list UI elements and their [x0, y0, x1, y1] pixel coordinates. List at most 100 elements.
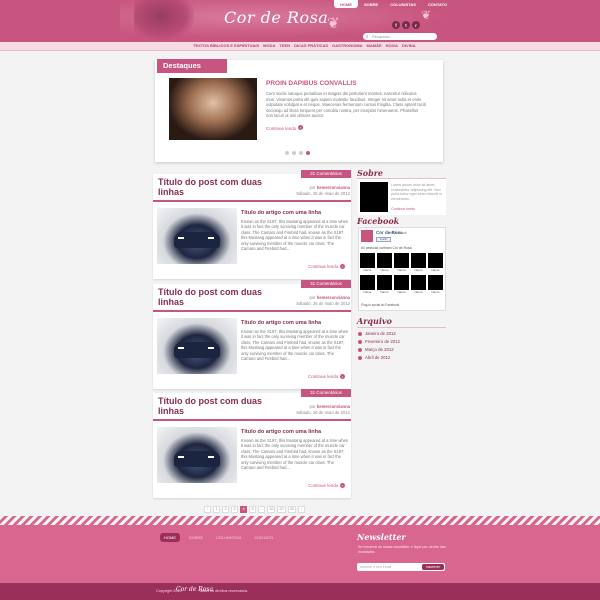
category-link[interactable]: MAMÃE	[367, 43, 382, 48]
site-logo[interactable]: Cor de Rosa	[224, 8, 328, 27]
category-link[interactable]: TEXTOS BÍBLICOS E ESPIRITUAIS	[193, 43, 259, 48]
headlight	[178, 237, 184, 239]
post-excerpt: Known as the S197, this Mustang appeared…	[241, 329, 349, 362]
post-title[interactable]: Título do post com duas linhas	[158, 177, 268, 197]
arrow-right-icon[interactable]: ›	[340, 374, 345, 379]
facebook-fan[interactable]: Name	[428, 275, 443, 295]
twitter-icon[interactable]: t	[402, 21, 410, 29]
comments-badge[interactable]: 31 Comentários	[301, 280, 351, 288]
page-link[interactable]: ...	[258, 506, 266, 513]
post-subtitle[interactable]: Título do artigo com uma linha	[241, 210, 321, 216]
author-link[interactable]: hemersonvianna	[317, 404, 350, 409]
fan-avatar	[377, 275, 392, 290]
facebook-like-button[interactable]: Curtir	[376, 237, 391, 242]
facebook-icon[interactable]: f	[392, 21, 400, 29]
search-icon[interactable]: ⌕	[366, 34, 369, 39]
comments-badge[interactable]: 31 Comentários	[301, 170, 351, 178]
facebook-fan[interactable]: Name	[360, 275, 375, 295]
archive-item[interactable]: Janeiro de 2012	[358, 331, 400, 336]
rights-text: Todos os direitos reservados.	[199, 589, 249, 593]
category-link[interactable]: TEEN	[279, 43, 290, 48]
post-title[interactable]: Título do post com duas linhas	[158, 287, 268, 307]
fan-name: Name	[397, 290, 406, 294]
fan-name: Name	[414, 268, 423, 272]
facebook-fan[interactable]: Name	[394, 253, 409, 273]
read-more-link[interactable]: Continue lendo	[308, 374, 338, 379]
featured-heading: Destaques	[157, 59, 227, 73]
divider	[357, 327, 446, 328]
page-link[interactable]: 1	[213, 506, 220, 513]
arrow-right-icon[interactable]: ›	[340, 483, 345, 488]
footer-nav-home[interactable]: HOME	[160, 533, 180, 542]
facebook-fan[interactable]: Name	[411, 275, 426, 295]
category-link[interactable]: DICAS PRÁTICAS	[294, 43, 328, 48]
featured-image[interactable]	[169, 78, 257, 140]
headlight	[208, 237, 214, 239]
post-date: Sábado, 26 de maio de 2012	[296, 191, 350, 196]
nav-contato[interactable]: CONTATO	[422, 0, 453, 8]
facebook-fan[interactable]: Name	[377, 253, 392, 273]
facebook-page-link[interactable]: no Facebook	[388, 231, 406, 235]
facebook-fan[interactable]: Name	[360, 253, 375, 273]
archive-item[interactable]: Março de 2012	[358, 347, 400, 352]
nav-colunistas[interactable]: COLUNISTAS	[384, 0, 422, 8]
post-title[interactable]: Título do post com duas linhas	[158, 396, 268, 416]
facebook-fan[interactable]: Name	[377, 275, 392, 295]
arrow-right-icon[interactable]: ›	[340, 264, 345, 269]
bullet-icon	[358, 331, 362, 336]
headlight	[178, 347, 184, 349]
slider-dot[interactable]	[306, 151, 310, 155]
nav-home[interactable]: HOME	[334, 0, 358, 8]
page-link[interactable]: 10	[267, 506, 276, 513]
page-link[interactable]: ›	[297, 506, 305, 513]
page-link[interactable]: ‹	[204, 506, 211, 513]
post-author: por hemersonvianna	[260, 404, 350, 409]
comments-badge[interactable]: 31 Comentários	[301, 389, 351, 397]
butterfly-icon: ❦	[421, 8, 432, 22]
bullet-icon	[358, 355, 362, 360]
footer-nav-contato[interactable]: CONTATO	[250, 533, 277, 542]
post-date: Sábado, 26 de maio de 2012	[296, 410, 350, 415]
page-link[interactable]: 4	[240, 506, 247, 513]
search-input[interactable]: Pesquisar...	[363, 33, 437, 40]
butterfly-icon: ❦	[327, 15, 340, 32]
category-link[interactable]: NOIVA	[386, 43, 398, 48]
archive-item[interactable]: Fevereiro de 2012	[358, 339, 400, 344]
author-link[interactable]: hemersonvianna	[317, 295, 350, 300]
read-more-link[interactable]: Continue lendo	[308, 264, 338, 269]
slider-dot[interactable]	[299, 151, 303, 155]
post-subtitle[interactable]: Título do artigo com uma linha	[241, 320, 321, 326]
category-link[interactable]: GASTRONOMIA	[332, 43, 362, 48]
archive-item[interactable]: Abril de 2012	[358, 355, 400, 360]
page-link[interactable]: 3	[231, 506, 238, 513]
nav-sobre[interactable]: SOBRE	[358, 0, 384, 8]
category-link[interactable]: MODA	[263, 43, 275, 48]
read-more-link[interactable]: Continue lendo	[308, 483, 338, 488]
facebook-page-avatar[interactable]	[361, 230, 373, 242]
facebook-fan[interactable]: Name	[394, 275, 409, 295]
about-read-more-link[interactable]: Continue lendo	[391, 207, 415, 211]
featured-read-more-link[interactable]: Continue lendo	[266, 126, 296, 131]
facebook-fan[interactable]: Name	[428, 253, 443, 273]
subscribe-button[interactable]: inscrever	[422, 564, 444, 570]
author-link[interactable]: hemersonvianna	[317, 185, 350, 190]
category-link[interactable]: DIVINA	[402, 43, 416, 48]
slider-dot[interactable]	[285, 151, 289, 155]
fan-name: Name	[380, 290, 389, 294]
rss-icon[interactable]: r	[412, 21, 420, 29]
featured-title[interactable]: PROIN DAPIBUS CONVALLIS	[266, 80, 357, 87]
page-link[interactable]: 30	[287, 506, 296, 513]
fan-avatar	[428, 253, 443, 268]
page-link[interactable]: 2	[222, 506, 229, 513]
header-portrait-illustration	[134, 0, 194, 40]
slider-dot[interactable]	[292, 151, 296, 155]
facebook-plugin-label[interactable]: Plug-in social do Facebook	[361, 303, 399, 307]
archive-item-label: Fevereiro de 2012	[365, 339, 400, 344]
arrow-right-icon[interactable]: ›	[298, 125, 303, 130]
page-link[interactable]: 5	[249, 506, 256, 513]
facebook-fan[interactable]: Name	[411, 253, 426, 273]
post-subtitle[interactable]: Título do artigo com uma linha	[241, 429, 321, 435]
page-link[interactable]: 20	[277, 506, 286, 513]
footer-nav-sobre[interactable]: SOBRE	[185, 533, 207, 542]
footer-nav-colunistas[interactable]: COLUNISTAS	[212, 533, 245, 542]
